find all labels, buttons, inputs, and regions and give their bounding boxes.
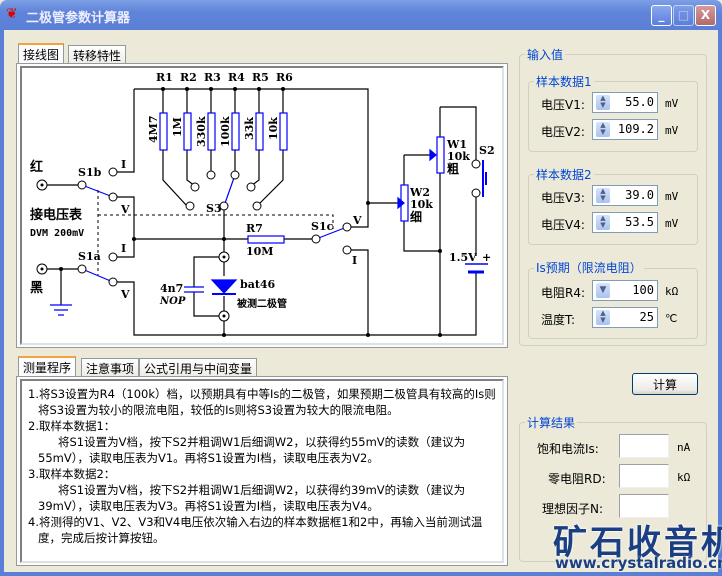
up-down-icon[interactable]: ▲ ▼ — [596, 215, 610, 230]
procedure-step: 3.取样本数据2： — [28, 467, 116, 481]
temperature-spinbox[interactable]: ▲ ▼ 25 — [592, 307, 658, 328]
value-r4: 100k — [219, 116, 232, 147]
v2-label: 电压V2: — [541, 125, 585, 139]
is-unit: nA — [677, 441, 691, 454]
procedure-step: 2.取样本数据1： — [28, 419, 116, 433]
label-r7: R7 — [246, 222, 263, 235]
calculate-button[interactable]: 计算 — [632, 373, 698, 395]
label-battery: 1.5V — [449, 251, 477, 264]
v3-spinbox[interactable]: ▲ ▼ 39.0 — [592, 185, 658, 206]
label-s1c-i: I — [352, 254, 357, 267]
chevron-down-icon[interactable]: ▼ — [596, 283, 610, 298]
v4-label: 电压V4: — [541, 218, 585, 232]
is-expected-group — [528, 268, 698, 339]
v4-unit: mV — [665, 217, 679, 230]
value-r6: 10k — [267, 117, 280, 140]
label-meter-model: DVM 200mV — [30, 228, 84, 239]
v3-unit: mV — [665, 190, 679, 203]
up-down-icon[interactable]: ▲ ▼ — [596, 95, 610, 110]
v1-spinbox[interactable]: ▲ ▼ 55.0 — [592, 92, 658, 113]
sample-data-2-title: 样本数据2 — [534, 166, 594, 183]
watermark-url: www.crystalradio.cn — [555, 554, 722, 572]
label-s1a: S1a — [78, 250, 101, 263]
label-capacitor-note: NOP — [159, 296, 186, 307]
label-red: 红 — [30, 159, 43, 175]
value-r2: 1M — [171, 117, 184, 137]
v3-label: 电压V3: — [541, 191, 585, 205]
value-r3: 330k — [195, 116, 208, 147]
label-battery-plus: + — [482, 251, 491, 264]
v4-spinbox[interactable]: ▲ ▼ 53.5 — [592, 212, 658, 233]
temperature-label: 温度T: — [541, 313, 576, 327]
label-s1a-i: I — [121, 242, 126, 255]
is-label: 饱和电流Is: — [537, 442, 599, 456]
v2-spinbox[interactable]: ▲ ▼ 109.2 — [592, 119, 658, 140]
rd-unit: kΩ — [677, 471, 691, 484]
procedure-text: 1.将S3设置为R4（100k）档，以预期具有中等Is的二极管，如果预期二极管具… — [22, 386, 500, 546]
input-values-title: 输入值 — [525, 46, 566, 63]
label-r1: R1 — [156, 71, 173, 84]
label-diode-under-test: 被测二极管 — [237, 297, 287, 310]
rd-output[interactable] — [619, 464, 669, 488]
note-w1-coarse: 粗 — [447, 161, 459, 176]
label-r6: R6 — [276, 71, 293, 84]
temperature-unit: ℃ — [665, 312, 678, 325]
v1-unit: mV — [665, 97, 679, 110]
rd-label: 零电阻RD: — [548, 472, 606, 486]
label-s3: S3 — [206, 202, 222, 215]
label-r2: R2 — [180, 71, 197, 84]
label-s1c-v: V — [352, 214, 362, 227]
note-w2-fine: 细 — [410, 209, 422, 224]
value-r5: 33k — [243, 117, 256, 140]
procedure-step: 4.将测得的V1、V2、V3和V4电压依次输入右边的样本数据框1和2中，再输入当… — [28, 515, 483, 545]
label-black: 黑 — [30, 281, 43, 296]
procedure-step: 1.将S3设置为R4（100k）档，以预期具有中等Is的二极管，如果预期二极管具… — [28, 387, 496, 417]
r4-unit: kΩ — [665, 285, 679, 298]
is-output[interactable] — [619, 434, 669, 458]
is-expected-title: Is预期（限流电阻） — [534, 259, 644, 276]
results-title: 计算结果 — [525, 414, 578, 431]
up-down-icon[interactable]: ▲ ▼ — [596, 310, 610, 325]
v2-unit: mV — [665, 124, 679, 137]
tab-notes[interactable]: 注意事项 — [81, 358, 140, 377]
label-capacitor: 4n7 — [160, 282, 183, 295]
label-meter: 接电压表 — [30, 207, 83, 223]
v1-label: 电压V1: — [541, 98, 585, 112]
label-s1b-i: I — [121, 158, 126, 171]
label-s1b-v: V — [120, 203, 130, 216]
procedure-step: 将S1设置为V档，按下S2并粗调W1后细调W2，以获得约55mV的读数（建议为5… — [38, 435, 466, 465]
label-s2: S2 — [479, 144, 495, 157]
procedure-step: 将S1设置为V档，按下S2并粗调W1后细调W2，以获得约39mV的读数（建议为3… — [38, 483, 466, 513]
sample-data-1-title: 样本数据1 — [534, 73, 594, 90]
value-r7: 10M — [246, 245, 273, 258]
label-s1a-v: V — [120, 288, 130, 301]
tab-formulas[interactable]: 公式引用与中间变量 — [139, 358, 258, 377]
r4-label: 电阻R4: — [541, 286, 586, 300]
label-s1b: S1b — [78, 166, 102, 179]
up-down-icon[interactable]: ▲ ▼ — [596, 188, 610, 203]
label-r3: R3 — [204, 71, 221, 84]
label-diode: bat46 — [240, 278, 276, 291]
label-s1c: S1c — [311, 220, 334, 233]
tab-measurement-procedure[interactable]: 测量程序 — [18, 356, 77, 377]
up-down-icon[interactable]: ▲ ▼ — [596, 122, 610, 137]
label-r5: R5 — [252, 71, 269, 84]
r4-dropdown[interactable]: ▼ 100 — [592, 280, 658, 301]
value-r1: 4M7 — [147, 116, 160, 143]
label-r4: R4 — [228, 71, 245, 84]
